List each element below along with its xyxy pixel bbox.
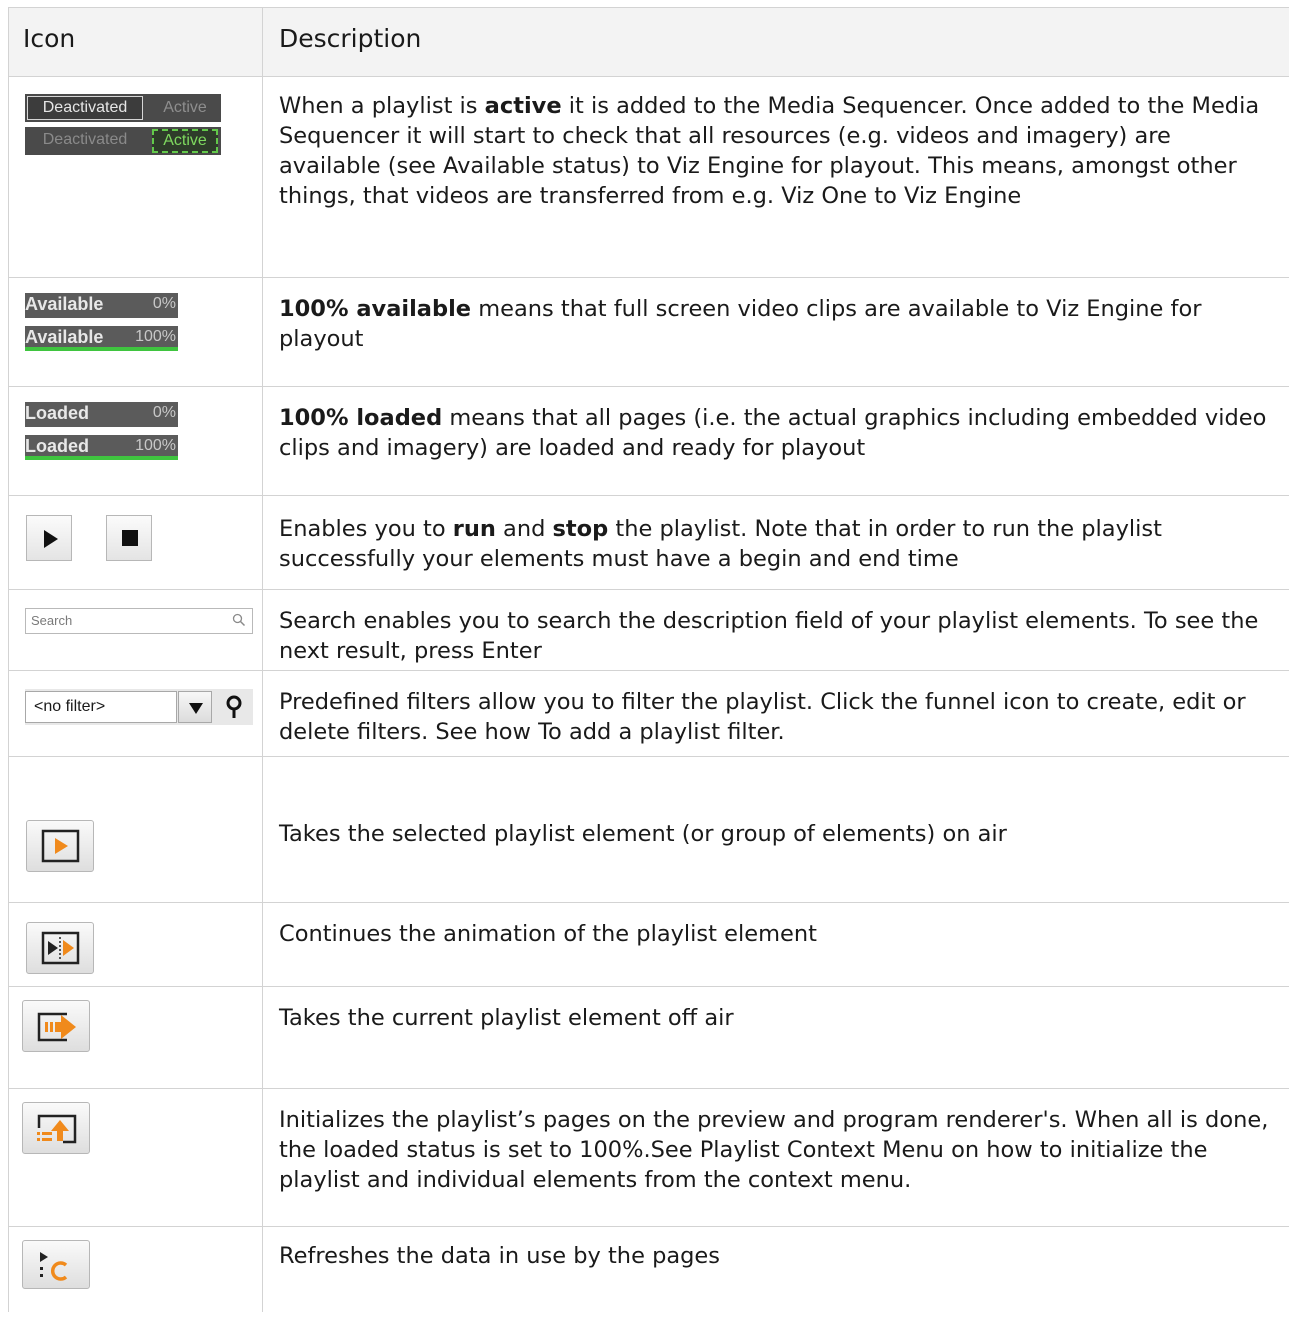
description-cell: Takes the selected playlist element (or … (263, 757, 1289, 902)
description-bold: run (452, 516, 496, 542)
icon-cell (9, 757, 263, 902)
table-header: Icon Description (8, 7, 1289, 77)
table-row-initialize: Initializes the playlist’s pages on the … (8, 1089, 1289, 1227)
active-button[interactable]: Active (152, 129, 218, 153)
description-column-header: Description (279, 24, 422, 53)
description-cell: Continues the animation of the playlist … (263, 903, 1289, 986)
loaded-progress-fill (25, 456, 178, 460)
stop-button[interactable] (106, 515, 152, 561)
take-on-air-icon (41, 829, 80, 863)
take-off-air-icon (37, 1012, 76, 1042)
active-button[interactable]: Active (152, 96, 218, 120)
initialize-icon (37, 1114, 77, 1144)
chevron-down-icon (189, 703, 203, 714)
description-bold: 100% available (279, 296, 472, 322)
description-text: Refreshes the data in use by the pages (279, 1243, 720, 1269)
icon-cell: Available 0% Available 100% (9, 278, 263, 386)
continue-icon (41, 931, 80, 965)
description-text: and (495, 516, 553, 542)
available-label: Available (25, 294, 104, 314)
search-placeholder: Search (31, 613, 73, 628)
icon-cell: Search (9, 590, 263, 670)
description-cell: Takes the current playlist element off a… (263, 987, 1289, 1088)
table-row-take: Takes the selected playlist element (or … (8, 757, 1289, 903)
table-row-search: Search Search enables you to search the … (8, 590, 1289, 671)
loaded-percent: 100% (135, 437, 176, 454)
deactivated-active-toggle-off[interactable]: Deactivated Active (25, 94, 221, 122)
description-cell: Search enables you to search the descrip… (263, 590, 1289, 670)
description-text: Takes the selected playlist element (or … (279, 821, 1007, 847)
description-cell: Initializes the playlist’s pages on the … (263, 1089, 1289, 1226)
table-row-run-stop: Enables you to run and stop the playlist… (8, 496, 1289, 590)
description-cell: 100% loaded means that all pages (i.e. t… (263, 387, 1289, 495)
icon-cell (9, 1089, 263, 1226)
table-row-loaded: Loaded 0% Loaded 100% 100% loaded means … (8, 387, 1289, 496)
deactivated-button[interactable]: Deactivated (27, 96, 143, 120)
description-cell: 100% available means that full screen vi… (263, 278, 1289, 386)
icon-cell: Loaded 0% Loaded 100% (9, 387, 263, 495)
table-row-continue: Continues the animation of the playlist … (8, 903, 1289, 987)
icon-cell (9, 903, 263, 986)
table-row-refresh: Refreshes the data in use by the pages (8, 1227, 1289, 1312)
loaded-status-bar: Loaded 100% (25, 435, 178, 460)
icon-cell: <no filter> (9, 671, 263, 756)
available-percent: 0% (152, 295, 176, 312)
refresh-button[interactable] (22, 1240, 90, 1289)
description-text: Initializes the playlist’s pages on the … (279, 1107, 1269, 1193)
continue-button[interactable] (26, 922, 94, 974)
play-icon (44, 530, 58, 548)
loaded-percent: 0% (152, 404, 176, 421)
take-button[interactable] (26, 820, 94, 872)
loaded-status-bar: Loaded 0% (25, 402, 178, 427)
filter-control: <no filter> (25, 689, 253, 725)
description-cell: Enables you to run and stop the playlist… (263, 496, 1289, 589)
available-percent: 100% (135, 328, 176, 345)
table-row-available: Available 0% Available 100% 100% availab… (8, 278, 1289, 387)
table-row-take-out: Takes the current playlist element off a… (8, 987, 1289, 1089)
description-text: Continues the animation of the playlist … (279, 921, 817, 947)
deactivated-button[interactable]: Deactivated (27, 129, 143, 153)
icon-description-table: Icon Description Deactivated Active Deac… (8, 7, 1289, 1312)
description-bold: 100% loaded (279, 405, 443, 431)
description-cell: Predefined filters allow you to filter t… (263, 671, 1289, 756)
table-row-active: Deactivated Active Deactivated Active Wh… (8, 77, 1289, 278)
description-text: Search enables you to search the descrip… (279, 608, 1259, 664)
initialize-button[interactable] (22, 1102, 90, 1154)
search-icon (232, 613, 246, 627)
description-text: When a playlist is (279, 93, 485, 119)
icon-column-header: Icon (9, 8, 263, 76)
available-status-bar: Available 100% (25, 326, 178, 351)
icon-cell: Deactivated Active Deactivated Active (9, 77, 263, 277)
description-bold: stop (552, 516, 609, 542)
run-button[interactable] (26, 515, 72, 561)
search-input[interactable]: Search (25, 608, 253, 634)
icon-cell (9, 1227, 263, 1312)
refresh-icon (40, 1252, 68, 1281)
stop-icon (122, 530, 138, 546)
table-row-filter: <no filter> Predefined filters allow you… (8, 671, 1289, 757)
available-status-bar: Available 0% (25, 293, 178, 318)
take-out-button[interactable] (22, 1000, 90, 1052)
funnel-icon[interactable] (219, 693, 249, 721)
loaded-label: Loaded (25, 403, 90, 423)
available-progress-fill (25, 347, 178, 351)
deactivated-active-toggle-on[interactable]: Deactivated Active (25, 127, 221, 155)
available-label: Available (25, 327, 104, 347)
description-text: Enables you to (279, 516, 453, 542)
loaded-label: Loaded (25, 436, 90, 456)
description-cell: When a playlist is active it is added to… (263, 77, 1289, 277)
filter-select[interactable]: <no filter> (25, 691, 177, 723)
description-text: Takes the current playlist element off a… (279, 1005, 734, 1031)
filter-dropdown-button[interactable] (178, 691, 212, 723)
icon-cell (9, 987, 263, 1088)
description-bold: active (484, 93, 562, 119)
description-text: Predefined filters allow you to filter t… (279, 689, 1246, 745)
description-cell: Refreshes the data in use by the pages (263, 1227, 1289, 1312)
icon-cell (9, 496, 263, 589)
